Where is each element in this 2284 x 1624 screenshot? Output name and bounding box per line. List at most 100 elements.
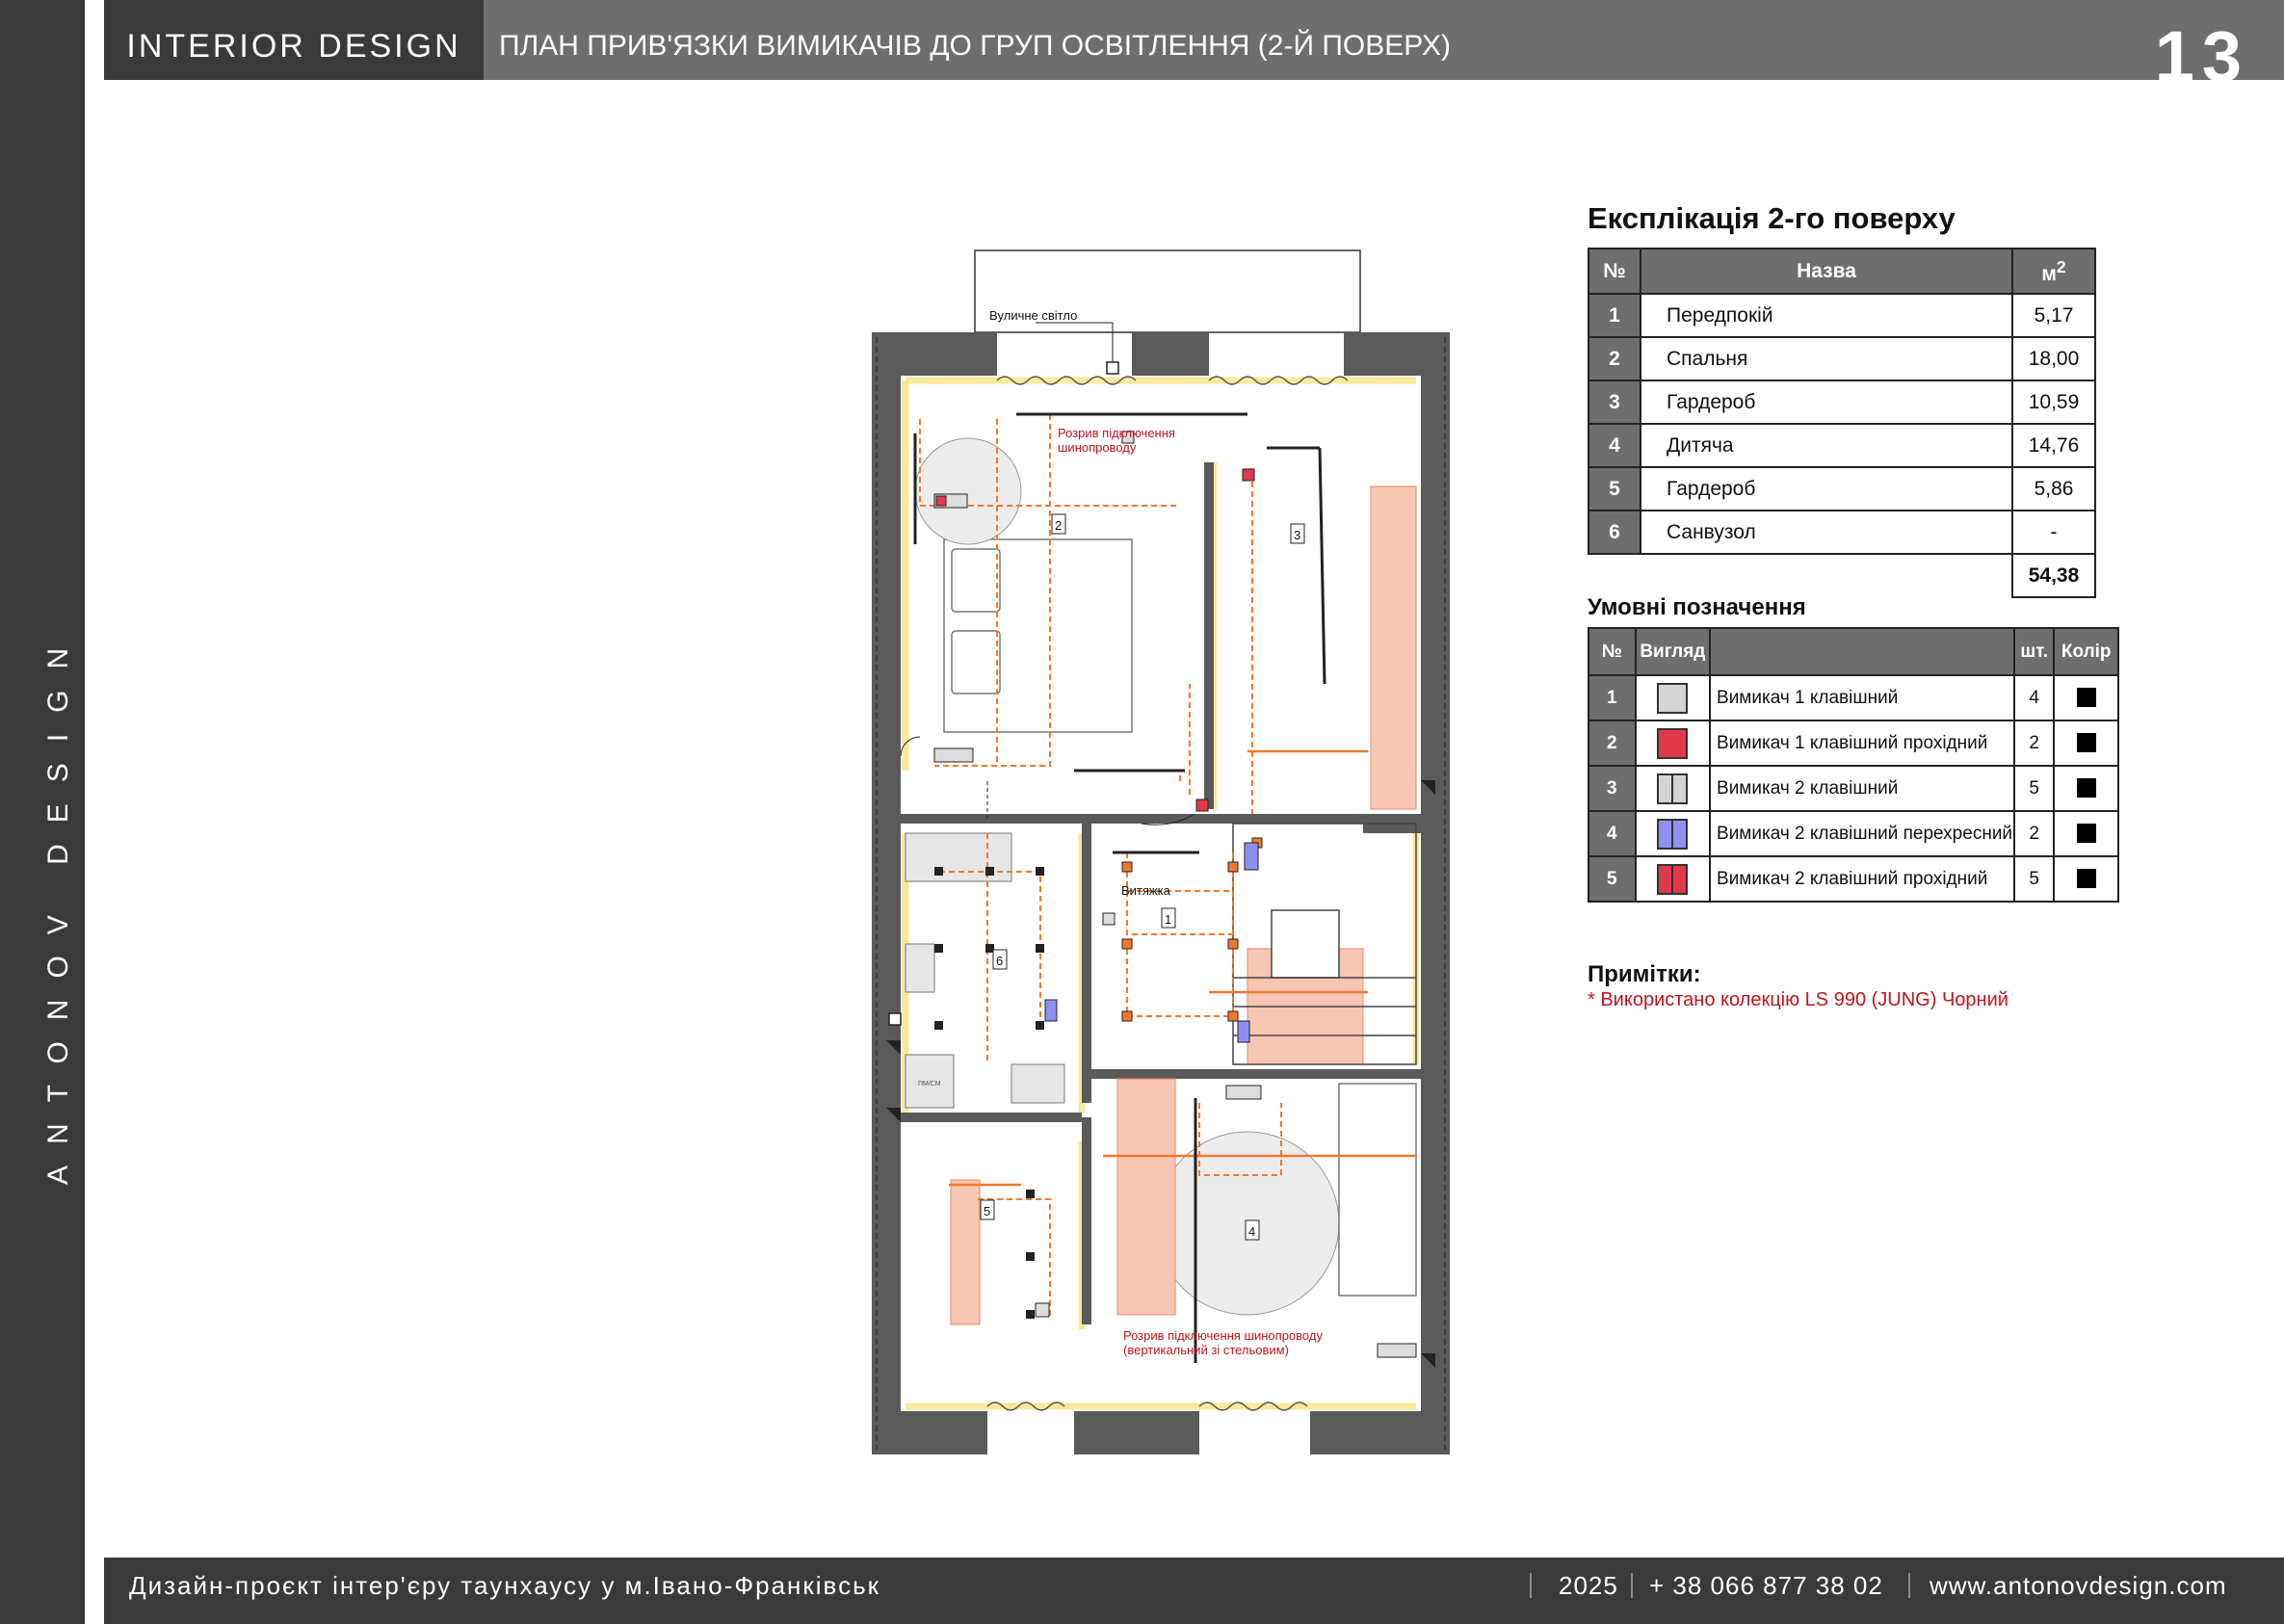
hood-label: Витяжка xyxy=(1121,883,1171,898)
sidebar: ANTONOV DESIGN xyxy=(0,0,85,1624)
break-label-top-1: Розрив підключення xyxy=(1058,426,1175,440)
table-row: 4 Вимикач 2 клавішний перехресний 2 xyxy=(1588,810,2119,857)
switch-2key-icon xyxy=(1657,773,1689,804)
legend-header-color: Колір xyxy=(2053,627,2119,676)
row-num: 4 xyxy=(1588,423,1641,468)
footer-divider xyxy=(1631,1573,1633,1598)
table-row: 2 Вимикач 1 клавішний прохідний 2 xyxy=(1588,720,2119,767)
footer-divider xyxy=(1908,1573,1910,1598)
black-color-swatch xyxy=(2076,824,2096,844)
street-light-label: Вуличне світло xyxy=(989,308,1077,323)
explication-header-area: м2 xyxy=(2011,248,2096,295)
floor-plan: ПМ/СМ Вуличне світло Розрив підключення … xyxy=(872,249,1450,1454)
row-area: - xyxy=(2011,510,2096,555)
explication-header-row: № Назва м2 xyxy=(1588,248,2096,295)
row-num: 5 xyxy=(1588,466,1641,511)
break-label-bottom-1: Розрив підключення шинопроводу xyxy=(1123,1328,1323,1343)
row-area: 10,59 xyxy=(2011,380,2096,425)
legend-num: 2 xyxy=(1588,720,1637,767)
legend-qty: 5 xyxy=(2013,855,2056,903)
legend-name: Вимикач 2 клавішний перехресний xyxy=(1709,810,2016,857)
sidebar-brand: ANTONOV DESIGN xyxy=(42,626,74,1185)
header-brand: INTERIOR DESIGN xyxy=(104,0,484,80)
notes-title: Примітки: xyxy=(1588,961,1701,987)
explication-header-name: Назва xyxy=(1640,248,2013,295)
row-name: Санвузол xyxy=(1640,510,2013,555)
black-color-swatch xyxy=(2076,869,2096,889)
room-number-4: 4 xyxy=(1248,1224,1255,1239)
footer-divider xyxy=(1530,1573,1532,1598)
page-title: ПЛАН ПРИВ'ЯЗКИ ВИМИКАЧІВ ДО ГРУП ОСВІТЛЕ… xyxy=(499,30,1451,62)
legend-name: Вимикач 1 клавішний прохідний xyxy=(1709,720,2016,767)
legend-num: 3 xyxy=(1588,765,1637,812)
downlights xyxy=(1121,837,1263,1022)
footer-website: www.antonovdesign.com xyxy=(1930,1571,2227,1600)
legend-header-row: № Вигляд шт. Колір xyxy=(1588,627,2119,676)
black-color-swatch xyxy=(2076,733,2096,753)
legend-qty: 2 xyxy=(2013,720,2056,767)
table-row: 5 Вимикач 2 клавішний прохідний 5 xyxy=(1588,855,2119,903)
footer-bar: Дизайн-проєкт інтер'єру таунхаусу у м.Ів… xyxy=(104,1558,2284,1624)
break-label-top-2: шинопроводу xyxy=(1058,440,1137,455)
page-number: 13 xyxy=(2154,16,2249,96)
legend-name: Вимикач 1 клавішний xyxy=(1709,674,2016,721)
legend-name: Вимикач 2 клавішний xyxy=(1709,765,2016,812)
row-name: Спальня xyxy=(1640,336,2013,381)
table-row: 5 Гардероб 5,86 xyxy=(1588,466,2096,511)
explication-header-num: № xyxy=(1588,248,1641,295)
legend-header-qty: шт. xyxy=(2013,627,2056,676)
table-row: 1 Вимикач 1 клавішний 4 xyxy=(1588,674,2119,721)
legend-table: № Вигляд шт. Колір 1 Вимикач 1 клавішний… xyxy=(1588,627,2119,903)
table-row: 2 Спальня 18,00 xyxy=(1588,336,2096,381)
kids-bed xyxy=(1338,1083,1417,1297)
legend-num: 1 xyxy=(1588,674,1637,721)
switch-2key-pass-icon xyxy=(1657,863,1689,895)
row-name: Передпокій xyxy=(1640,293,2013,338)
legend-header-view: Вигляд xyxy=(1634,627,1712,676)
legend-qty: 5 xyxy=(2013,765,2056,812)
street-light-fixture xyxy=(1106,361,1119,375)
footer-project: Дизайн-проєкт інтер'єру таунхаусу у м.Ів… xyxy=(129,1571,881,1600)
table-row: 3 Гардероб 10,59 xyxy=(1588,380,2096,425)
switch-2key-cross-icon xyxy=(1657,818,1689,850)
row-name: Гардероб xyxy=(1640,380,2013,425)
legend-header-name xyxy=(1709,627,2016,676)
explication-total-row: 54,38 xyxy=(1588,553,2096,598)
legend-qty: 2 xyxy=(2013,810,2056,857)
explication-total: 54,38 xyxy=(2011,553,2096,598)
black-color-swatch xyxy=(2076,778,2096,799)
room-number-6: 6 xyxy=(996,954,1003,968)
room-number-2: 2 xyxy=(1055,518,1062,533)
legend-header-num: № xyxy=(1588,627,1637,676)
row-num: 3 xyxy=(1588,380,1641,425)
room-number-3: 3 xyxy=(1294,528,1300,542)
table-row: 3 Вимикач 2 клавішний 5 xyxy=(1588,765,2119,812)
break-label-bottom-2: (вертикальний зі стельовим) xyxy=(1123,1343,1289,1357)
legend-num: 5 xyxy=(1588,855,1637,903)
row-name: Дитяча xyxy=(1640,423,2013,468)
legend-num: 4 xyxy=(1588,810,1637,857)
switch-1key-pass-icon xyxy=(1657,727,1689,759)
table-row: 4 Дитяча 14,76 xyxy=(1588,423,2096,468)
row-num: 2 xyxy=(1588,336,1641,381)
footer-year: 2025 xyxy=(1559,1571,1618,1600)
row-area: 5,86 xyxy=(2011,466,2096,511)
row-area: 5,17 xyxy=(2011,293,2096,338)
explication-table: № Назва м2 1 Передпокій 5,17 2 Спальня 1… xyxy=(1588,248,2096,598)
bedroom-rug xyxy=(914,437,1022,545)
room-number-5: 5 xyxy=(984,1204,990,1218)
switch-1key-icon xyxy=(1657,682,1689,714)
bed xyxy=(943,538,1133,733)
row-num: 1 xyxy=(1588,293,1641,338)
footer-phone: + 38 066 877 38 02 xyxy=(1649,1571,1883,1600)
row-num: 6 xyxy=(1588,510,1641,555)
legend-title: Умовні позначення xyxy=(1588,594,1806,620)
outlet-marker xyxy=(888,1012,902,1026)
black-color-swatch xyxy=(2076,688,2096,708)
explication-title: Експлікація 2-го поверху xyxy=(1588,201,1956,235)
table-row: 6 Санвузол - xyxy=(1588,510,2096,555)
appliance-label: ПМ/СМ xyxy=(918,1081,941,1087)
notes-text: * Використано колекцію LS 990 (JUNG) Чор… xyxy=(1588,989,2008,1010)
row-area: 18,00 xyxy=(2011,336,2096,381)
table-row: 1 Передпокій 5,17 xyxy=(1588,293,2096,338)
